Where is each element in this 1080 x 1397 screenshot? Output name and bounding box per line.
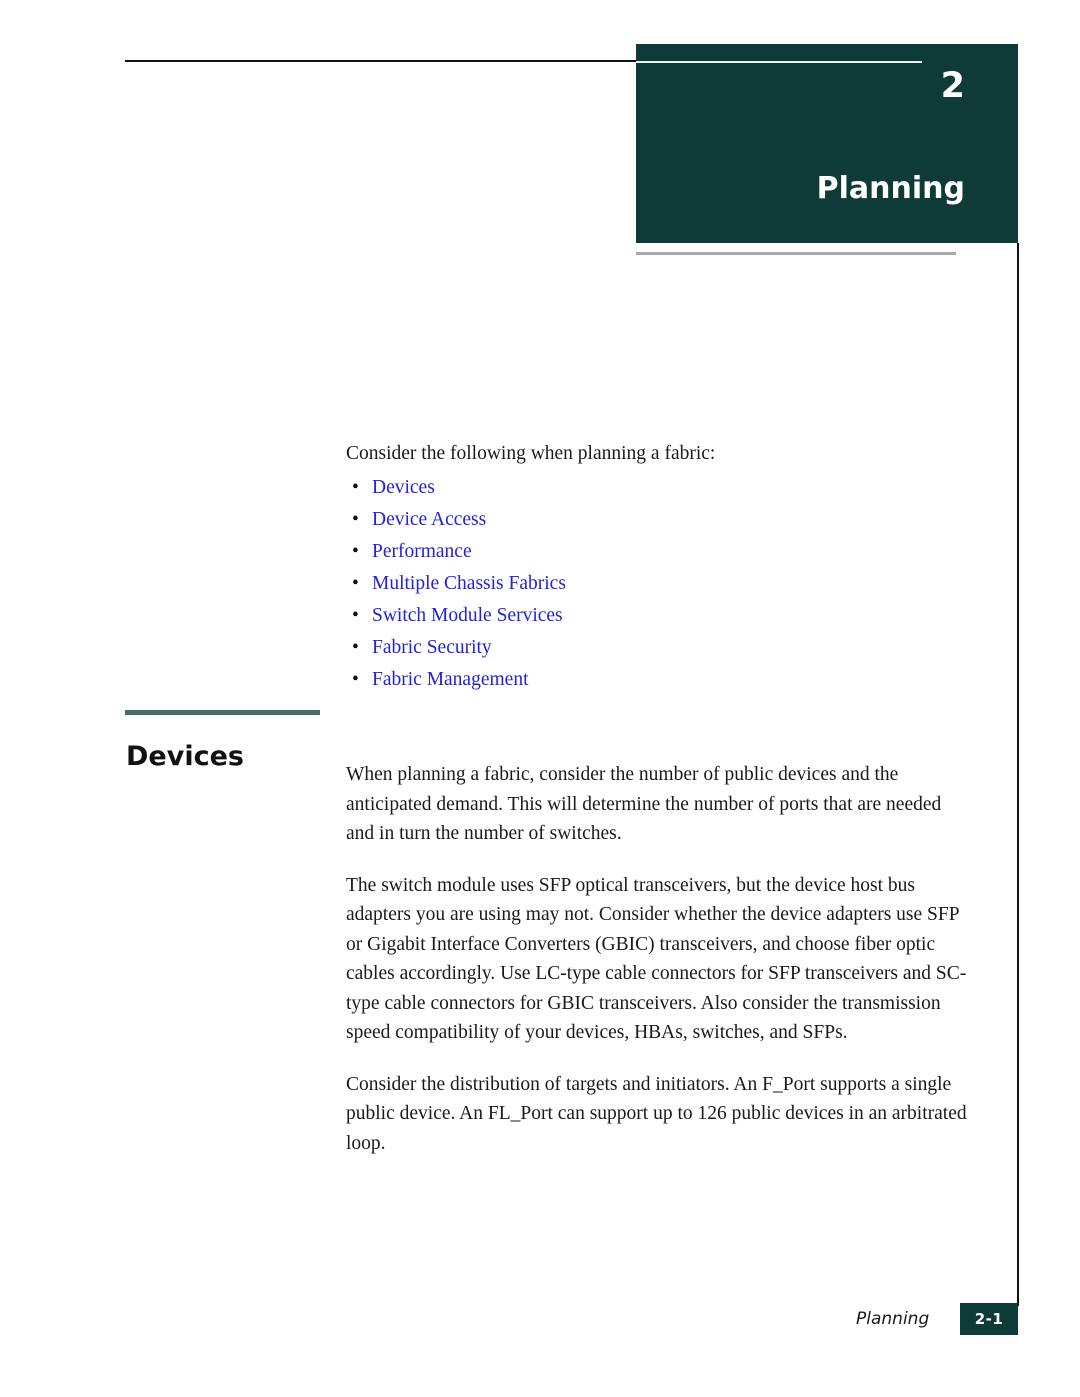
header-rule-banner (636, 61, 922, 63)
section-heading-rule (125, 710, 320, 715)
bullet-icon: • (352, 541, 359, 562)
header-rule-below (636, 252, 956, 255)
planning-topic-link[interactable]: Devices (372, 477, 435, 498)
chapter-title: Planning (816, 171, 965, 206)
bullet-icon: • (352, 509, 359, 530)
planning-topic-item: • Devices (346, 472, 966, 504)
chapter-number: 2 (940, 66, 965, 106)
bullet-icon: • (352, 669, 359, 690)
bullet-icon: • (352, 637, 359, 658)
bullet-icon: • (352, 605, 359, 626)
bullet-icon: • (352, 573, 359, 594)
planning-topic-item: • Fabric Management (346, 664, 966, 696)
planning-topic-link[interactable]: Multiple Chassis Fabrics (372, 573, 566, 594)
planning-topic-item: • Switch Module Services (346, 600, 966, 632)
body-paragraph: The switch module uses SFP optical trans… (346, 874, 967, 1044)
section-heading-devices: Devices (126, 741, 244, 773)
planning-topic-link[interactable]: Performance (372, 541, 472, 562)
right-margin-vertical-rule (1017, 243, 1019, 1306)
bullet-icon: • (352, 477, 359, 498)
planning-topic-link[interactable]: Fabric Management (372, 669, 529, 690)
planning-topic-item: • Multiple Chassis Fabrics (346, 568, 966, 600)
section-body-devices: When planning a fabric, consider the num… (346, 760, 968, 1180)
planning-topic-item: • Device Access (346, 504, 966, 536)
planning-topic-link[interactable]: Device Access (372, 509, 486, 530)
footer-chapter-label: Planning (856, 1309, 930, 1329)
planning-topic-link[interactable]: Fabric Security (372, 637, 492, 658)
planning-topic-link[interactable]: Switch Module Services (372, 605, 563, 626)
chapter-banner: 2 Planning (636, 44, 1018, 243)
body-paragraph: When planning a fabric, consider the num… (346, 764, 942, 844)
footer-page-number: 2-1 (974, 1310, 1004, 1328)
planning-topic-item: • Performance (346, 536, 966, 568)
planning-topic-item: • Fabric Security (346, 632, 966, 664)
chapter-intro-block: Consider the following when planning a f… (346, 438, 966, 696)
header-rule-left (125, 60, 636, 62)
body-paragraph: Consider the distribution of targets and… (346, 1073, 967, 1154)
intro-line: Consider the following when planning a f… (346, 443, 716, 464)
footer-page-box: 2-1 (960, 1303, 1018, 1335)
planning-topics-list: • Devices • Device Access • Performance • Multi… (346, 472, 966, 696)
